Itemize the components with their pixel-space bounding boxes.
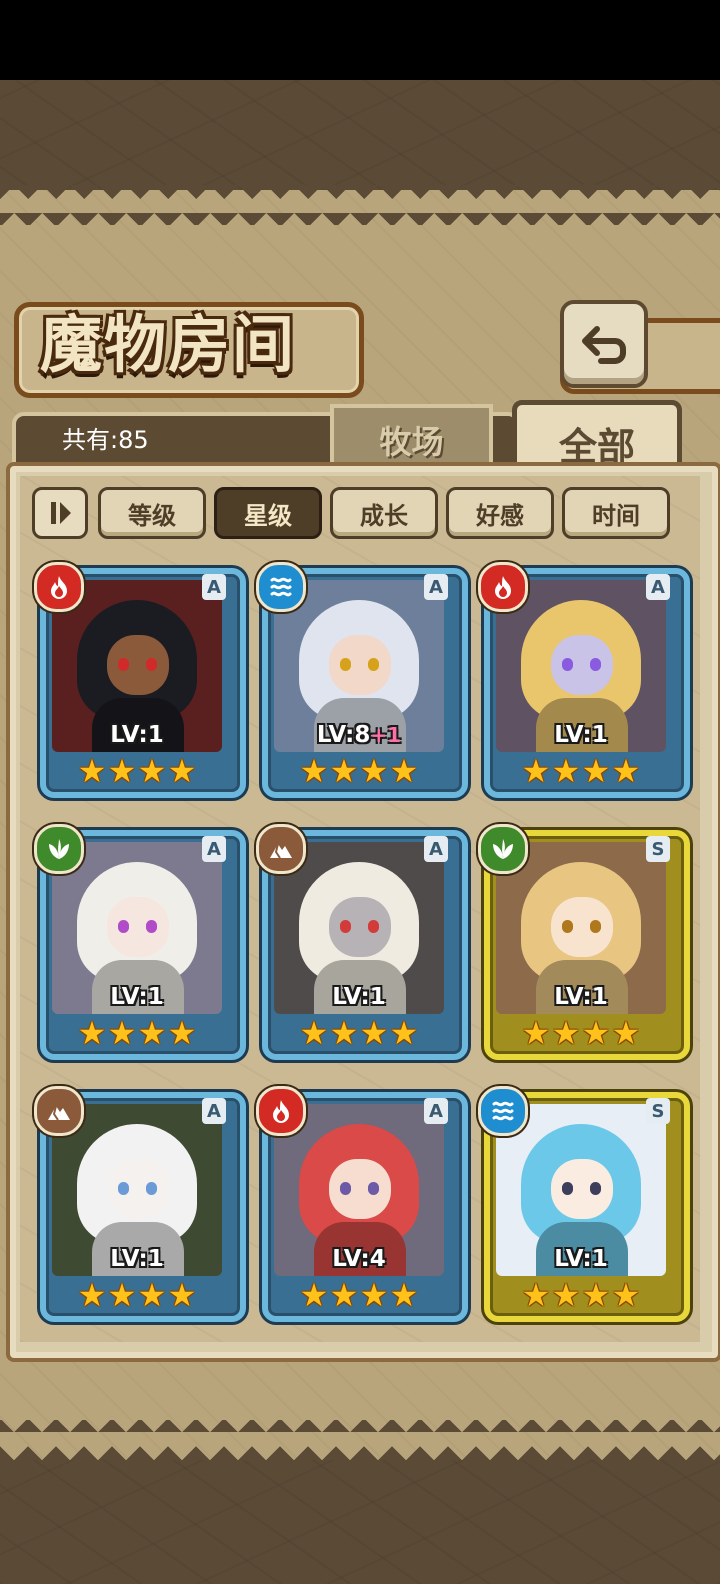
star-icon: ★ <box>359 1014 389 1052</box>
sort-button-growth[interactable]: 成长 <box>330 487 438 539</box>
sort-button-stars[interactable]: 星级 <box>214 487 322 539</box>
level-label: LV:1 <box>110 984 164 1010</box>
monster-card[interactable]: A LV:8+1 ★ ★ ★ ★ <box>256 562 468 798</box>
star-rating: ★ ★ ★ ★ <box>521 1016 641 1052</box>
star-icon: ★ <box>581 1014 611 1052</box>
level-label: LV:1 <box>554 984 608 1010</box>
level-label: LV:4 <box>332 1246 386 1272</box>
return-arrow-icon <box>582 326 626 364</box>
star-rating: ★ ★ ★ ★ <box>521 754 641 790</box>
star-icon: ★ <box>389 1276 419 1314</box>
star-icon: ★ <box>329 1014 359 1052</box>
rank-badge: A <box>646 574 670 600</box>
wave-icon <box>256 562 306 612</box>
star-rating: ★ ★ ★ ★ <box>299 1016 419 1052</box>
star-icon: ★ <box>167 1014 197 1052</box>
star-icon: ★ <box>611 1276 641 1314</box>
monster-card[interactable]: A LV:1 ★ ★ ★ ★ <box>34 824 246 1060</box>
panel-edge-top <box>0 185 720 225</box>
star-icon: ★ <box>611 752 641 790</box>
level-label: LV:1 <box>110 1246 164 1272</box>
rank-badge: A <box>424 1098 448 1124</box>
flame-icon <box>34 562 84 612</box>
mountain-icon <box>256 824 306 874</box>
flame-icon <box>256 1086 306 1136</box>
star-icon: ★ <box>551 752 581 790</box>
star-rating: ★ ★ ★ ★ <box>521 1278 641 1314</box>
star-icon: ★ <box>137 1276 167 1314</box>
rank-badge: A <box>202 574 226 600</box>
star-rating: ★ ★ ★ ★ <box>77 1278 197 1314</box>
monster-card[interactable]: A LV:4 ★ ★ ★ ★ <box>256 1086 468 1322</box>
star-icon: ★ <box>521 752 551 790</box>
star-icon: ★ <box>389 752 419 790</box>
status-bar-area <box>0 0 720 80</box>
level-label: LV:1 <box>554 1246 608 1272</box>
star-icon: ★ <box>137 752 167 790</box>
star-rating: ★ ★ ★ ★ <box>299 1278 419 1314</box>
sort-order-icon <box>51 502 71 524</box>
monster-card[interactable]: A LV:1 ★ ★ ★ ★ <box>34 562 246 798</box>
star-icon: ★ <box>107 752 137 790</box>
level-label: LV:1 <box>332 984 386 1010</box>
level-label: LV:1 <box>110 722 164 748</box>
star-icon: ★ <box>521 1014 551 1052</box>
star-icon: ★ <box>167 1276 197 1314</box>
monster-card[interactable]: A LV:1 ★ ★ ★ ★ <box>256 824 468 1060</box>
star-icon: ★ <box>329 752 359 790</box>
star-icon: ★ <box>137 1014 167 1052</box>
rank-badge: A <box>202 1098 226 1124</box>
star-rating: ★ ★ ★ ★ <box>77 754 197 790</box>
star-icon: ★ <box>299 1276 329 1314</box>
star-rating: ★ ★ ★ ★ <box>77 1016 197 1052</box>
star-icon: ★ <box>77 1014 107 1052</box>
sort-button-affinity[interactable]: 好感 <box>446 487 554 539</box>
star-rating: ★ ★ ★ ★ <box>299 754 419 790</box>
star-icon: ★ <box>299 752 329 790</box>
rank-badge: S <box>646 836 670 862</box>
page-title: 魔物房间 <box>40 308 297 381</box>
back-button[interactable] <box>560 300 648 388</box>
star-icon: ★ <box>581 1276 611 1314</box>
star-icon: ★ <box>581 752 611 790</box>
level-label: LV:1 <box>554 722 608 748</box>
flame-icon <box>478 562 528 612</box>
rank-badge: A <box>202 836 226 862</box>
panel-edge-bottom <box>0 1420 720 1460</box>
rank-badge: A <box>424 836 448 862</box>
monster-count: 共有:85 <box>62 426 149 454</box>
star-icon: ★ <box>77 752 107 790</box>
star-icon: ★ <box>299 1014 329 1052</box>
star-icon: ★ <box>359 752 389 790</box>
leaf-icon <box>478 824 528 874</box>
sort-order-toggle[interactable] <box>32 487 88 539</box>
rank-badge: A <box>424 574 448 600</box>
level-bonus: +1 <box>370 723 402 747</box>
leaf-icon <box>34 824 84 874</box>
star-icon: ★ <box>359 1276 389 1314</box>
monster-card[interactable]: A LV:1 ★ ★ ★ ★ <box>478 562 690 798</box>
rank-badge: S <box>646 1098 670 1124</box>
star-icon: ★ <box>611 1014 641 1052</box>
star-icon: ★ <box>551 1276 581 1314</box>
level-label: LV:8+1 <box>316 722 402 748</box>
star-icon: ★ <box>77 1276 107 1314</box>
sort-button-time[interactable]: 时间 <box>562 487 670 539</box>
star-icon: ★ <box>107 1014 137 1052</box>
star-icon: ★ <box>521 1276 551 1314</box>
mountain-icon <box>34 1086 84 1136</box>
monster-card[interactable]: A LV:1 ★ ★ ★ ★ <box>34 1086 246 1322</box>
monster-card[interactable]: S LV:1 ★ ★ ★ ★ <box>478 1086 690 1322</box>
star-icon: ★ <box>389 1014 419 1052</box>
star-icon: ★ <box>167 752 197 790</box>
star-icon: ★ <box>329 1276 359 1314</box>
star-icon: ★ <box>551 1014 581 1052</box>
star-icon: ★ <box>107 1276 137 1314</box>
wave-icon <box>478 1086 528 1136</box>
monster-card[interactable]: S LV:1 ★ ★ ★ ★ <box>478 824 690 1060</box>
sort-button-level[interactable]: 等级 <box>98 487 206 539</box>
